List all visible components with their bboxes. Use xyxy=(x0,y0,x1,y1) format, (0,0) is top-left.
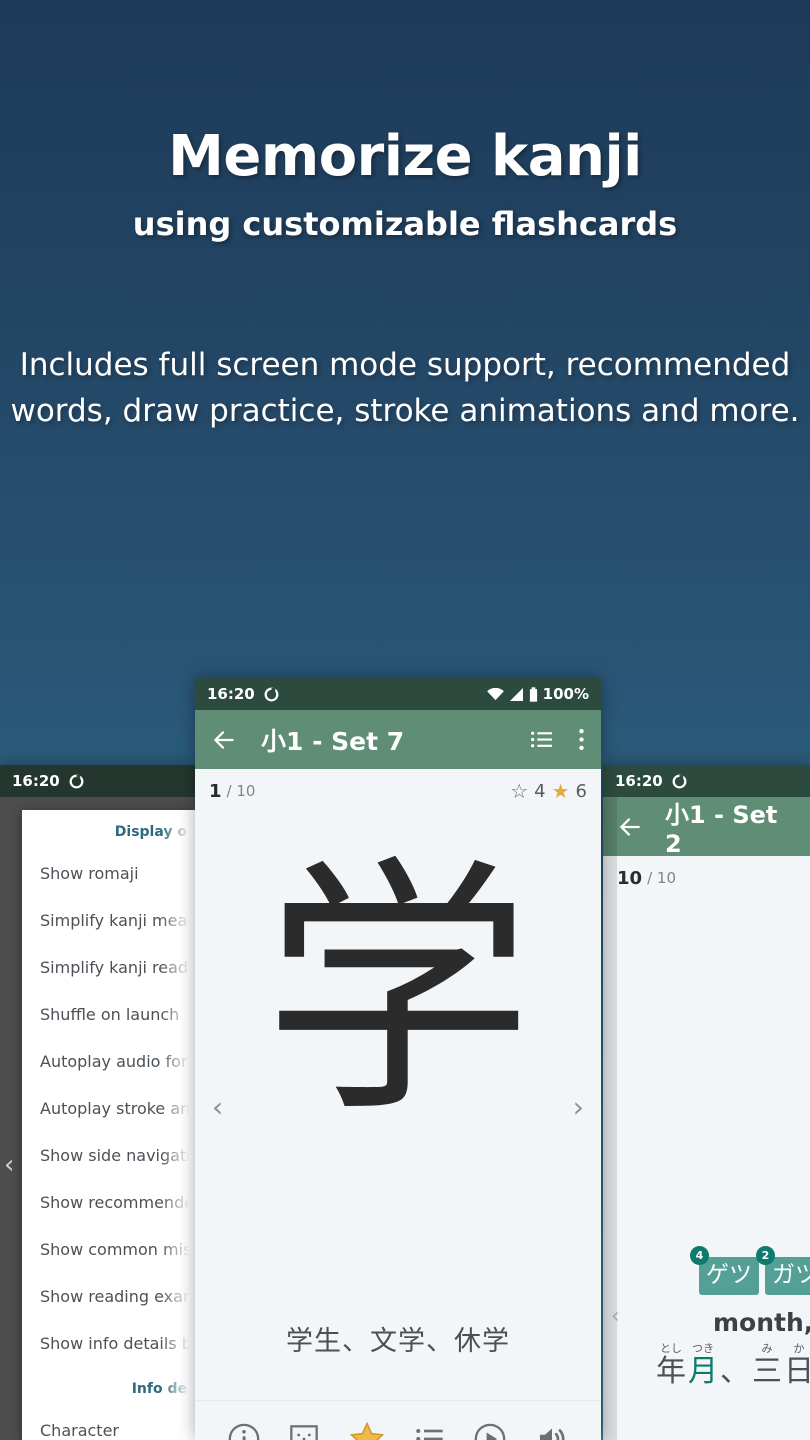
reading-examples: とし 年 つき 月 、 み 三 か 日 xyxy=(655,1342,810,1388)
battery-level: 100% xyxy=(542,685,589,703)
reading-badge[interactable]: 2 ガツ xyxy=(756,1246,810,1295)
card-index-current: 1 xyxy=(209,780,222,802)
page-title: Memorize kanji xyxy=(168,124,642,189)
star-outline-icon: ☆ xyxy=(510,779,529,803)
side-nav-prev-left[interactable]: ‹ xyxy=(4,1150,14,1180)
status-bar-left: 16:20 xyxy=(0,765,195,797)
app-bar-right: 小1 - Set 2 xyxy=(603,797,810,858)
dialog-row-show-romaji[interactable]: Show romaji xyxy=(22,850,195,897)
star-counts: ☆ 4 ★ 6 xyxy=(510,779,587,803)
volume-icon[interactable] xyxy=(535,1422,569,1440)
battery-icon xyxy=(529,686,538,702)
side-nav-prev[interactable]: ‹ xyxy=(212,1090,223,1123)
status-time: 16:20 xyxy=(207,685,255,703)
reading-card-body[interactable]: 4 ゲツ 2 ガツ month, m とし 年 つき 月 xyxy=(603,900,810,1440)
display-options-dialog: Display o Show romaji Simplify kanji mea… xyxy=(22,810,195,1440)
status-time: 16:20 xyxy=(12,772,60,790)
status-bar-center: 16:20 100% xyxy=(195,678,601,710)
wifi-icon xyxy=(486,687,504,701)
flashcard-area[interactable]: 学 学生、文学、休学 ‹ › xyxy=(195,813,601,1400)
dialog-row-show-info-details[interactable]: Show info details by d xyxy=(22,1320,195,1367)
dialog-row-show-side-navigation[interactable]: Show side navigation xyxy=(22,1132,195,1179)
app-bar-title: 小1 - Set 2 xyxy=(665,801,778,858)
star-filled-icon: ★ xyxy=(551,779,570,803)
status-time: 16:20 xyxy=(615,772,663,790)
dialog-row-autoplay-stroke[interactable]: Autoplay stroke anim xyxy=(22,1085,195,1132)
ruby-item: つき 月 xyxy=(688,1342,718,1389)
dialog-row-character[interactable]: Character xyxy=(22,1407,195,1440)
edge-shadow xyxy=(603,797,617,1440)
phone-screenshot-center: 16:20 100% 小1 - Set 7 1 / 10 ☆ 4 ★ 6 学 学… xyxy=(195,678,601,1440)
back-arrow-icon[interactable] xyxy=(211,727,237,753)
promo-description: Includes full screen mode support, recom… xyxy=(10,346,800,429)
star-filled-count: 6 xyxy=(575,780,587,802)
ruby-item: とし 年 xyxy=(656,1342,686,1389)
kanji-example-words: 学生、文学、休学 xyxy=(286,1326,510,1357)
bottom-toolbar xyxy=(195,1400,601,1440)
reading-badge-count: 4 xyxy=(690,1246,709,1265)
star-icon[interactable] xyxy=(348,1420,386,1440)
dialog-section-display: Display o xyxy=(114,824,187,840)
phone-screenshot-left: 16:20 Display o Show romaji Simplify kan… xyxy=(0,765,195,1440)
status-bar-right: 16:20 xyxy=(603,765,810,797)
app-notification-icon xyxy=(69,774,84,789)
kanji-meaning: month, m xyxy=(713,1308,810,1337)
side-nav-next[interactable]: › xyxy=(573,1090,584,1123)
signal-icon xyxy=(509,687,524,701)
list-icon[interactable] xyxy=(529,727,554,752)
dialog-row-show-recommended[interactable]: Show recommended xyxy=(22,1179,195,1226)
play-icon[interactable] xyxy=(473,1422,507,1440)
list-icon[interactable] xyxy=(414,1423,446,1440)
reading-badge[interactable]: 4 ゲツ xyxy=(690,1246,759,1295)
dialog-section-info: Info de xyxy=(131,1381,187,1397)
ruby-item: か 日 xyxy=(784,1342,810,1389)
info-icon[interactable] xyxy=(227,1422,261,1440)
app-notification-icon xyxy=(672,774,687,789)
dialog-row-shuffle-on-launch[interactable]: Shuffle on launch xyxy=(22,991,195,1038)
ruby-item: み 三 xyxy=(752,1342,782,1389)
card-index-total: / 10 xyxy=(226,782,256,800)
dialog-row-autoplay-audio[interactable]: Autoplay audio for rea xyxy=(22,1038,195,1085)
dialog-row-simplify-kanji-meaning[interactable]: Simplify kanji meanin xyxy=(22,897,195,944)
star-outline-count: 4 xyxy=(534,780,546,802)
card-counter-row: 1 / 10 ☆ 4 ★ 6 xyxy=(195,769,601,813)
dialog-row-simplify-kanji-reading[interactable]: Simplify kanji reading xyxy=(22,944,195,991)
ruby-item: 、 xyxy=(720,1354,750,1389)
kanji-character: 学 xyxy=(263,834,533,1149)
card-index-current: 10 xyxy=(617,867,643,889)
card-counter-row: 10 / 10 xyxy=(603,856,810,900)
dialog-row-show-common-mistakes[interactable]: Show common mista xyxy=(22,1226,195,1273)
dialog-row-show-reading-examples[interactable]: Show reading exampl xyxy=(22,1273,195,1320)
card-index-total: / 10 xyxy=(647,869,676,887)
app-bar-title: 小1 - Set 7 xyxy=(261,726,405,756)
more-vert-icon[interactable] xyxy=(578,727,585,752)
draw-practice-icon[interactable] xyxy=(288,1423,320,1440)
reading-badge-text: ガツ xyxy=(765,1257,810,1295)
app-notification-icon xyxy=(264,687,279,702)
reading-badges: 4 ゲツ 2 ガツ xyxy=(690,1246,810,1295)
reading-badge-count: 2 xyxy=(756,1246,775,1265)
promo-banner: Memorize kanji using customizable flashc… xyxy=(0,0,810,435)
app-bar-center: 小1 - Set 7 xyxy=(195,710,601,769)
back-arrow-icon[interactable] xyxy=(617,814,643,840)
page-subtitle: using customizable flashcards xyxy=(132,204,678,243)
phone-screenshot-right: 16:20 小1 - Set 2 10 / 10 4 ゲツ 2 ガツ month xyxy=(603,765,810,1440)
reading-badge-text: ゲツ xyxy=(699,1257,759,1295)
